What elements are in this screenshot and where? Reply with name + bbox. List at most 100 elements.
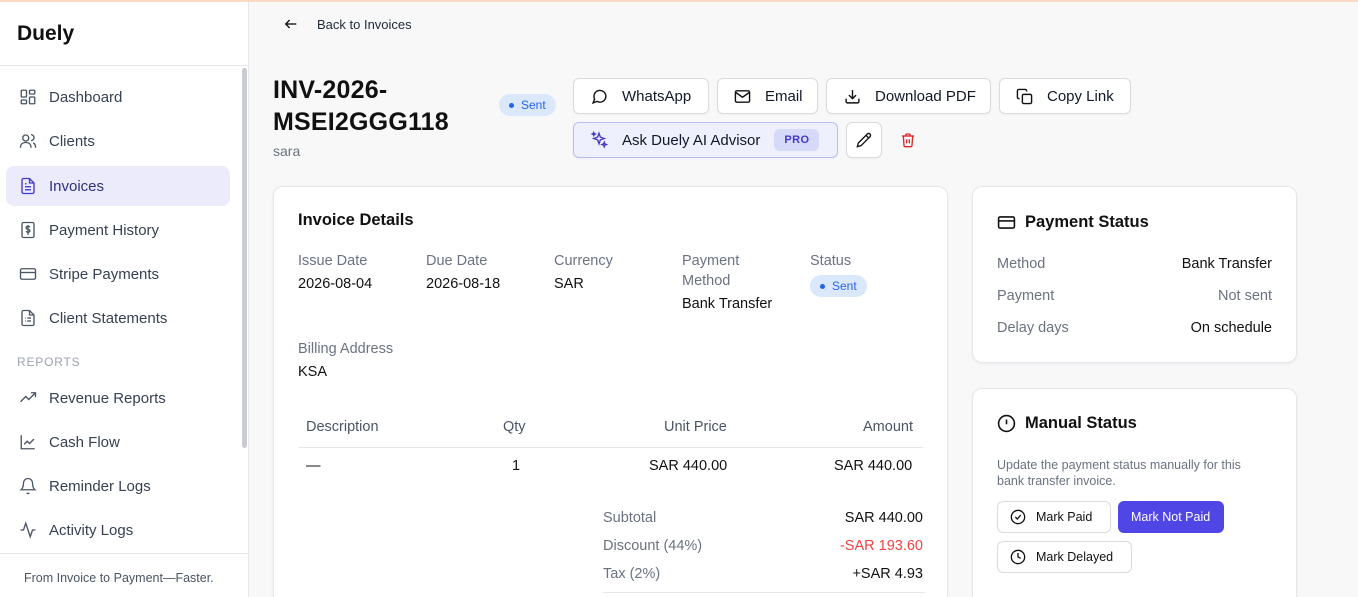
sidebar-item-dashboard[interactable]: Dashboard	[6, 77, 230, 117]
method-value: Bank Transfer	[1181, 256, 1272, 272]
email-label: Email	[765, 87, 803, 105]
delete-button[interactable]	[890, 122, 926, 158]
download-icon	[845, 89, 860, 104]
download-pdf-button[interactable]: Download PDF	[826, 78, 991, 114]
sidebar-item-cash-flow[interactable]: Cash Flow	[6, 422, 230, 462]
sidebar-item-stripe-payments[interactable]: Stripe Payments	[6, 254, 230, 294]
sidebar-tagline: From Invoice to Payment—Faster.	[0, 553, 248, 597]
sidebar-item-label: Client Statements	[49, 309, 168, 327]
column-header-description: Description	[306, 419, 379, 435]
due-date-label: Due Date	[426, 253, 488, 269]
card-icon	[997, 216, 1016, 229]
manual-status-title: Manual Status	[1025, 414, 1137, 432]
mark-paid-label: Mark Paid	[1036, 510, 1093, 524]
method-label: Method	[997, 256, 1046, 272]
whatsapp-label: WhatsApp	[622, 87, 692, 105]
trending-up-icon	[18, 388, 38, 408]
discount-value: -SAR 193.60	[839, 538, 923, 554]
sidebar-scrollbar[interactable]	[242, 68, 247, 448]
sidebar-item-payment-history[interactable]: Payment History	[6, 210, 230, 250]
sidebar-item-clients[interactable]: Clients	[6, 121, 230, 161]
app-logo[interactable]: Duely	[0, 2, 248, 66]
check-circle-icon	[1010, 509, 1026, 525]
dollar-receipt-icon	[18, 220, 38, 240]
card-icon	[18, 264, 38, 284]
pro-badge: PRO	[774, 129, 820, 151]
currency-label: Currency	[554, 253, 613, 269]
ai-advisor-button[interactable]: Ask Duely AI Advisor PRO	[573, 122, 838, 158]
sidebar-item-label: Clients	[49, 132, 95, 150]
sidebar: Duely Dashboard Clients Invoices Payment…	[0, 2, 249, 597]
copy-link-button[interactable]: Copy Link	[999, 78, 1131, 114]
delay-days-label: Delay days	[997, 320, 1069, 336]
statement-icon	[18, 308, 38, 328]
manual-status-header: Manual Status	[997, 414, 1137, 433]
issue-date-value: 2026-08-04	[298, 276, 373, 292]
copy-link-label: Copy Link	[1047, 87, 1114, 105]
column-header-amount: Amount	[863, 419, 913, 435]
sparkles-icon	[590, 131, 608, 149]
sidebar-item-invoices[interactable]: Invoices	[6, 166, 230, 206]
page-title: INV-2026-MSEI2GGG118	[273, 76, 449, 136]
activity-icon	[18, 520, 38, 540]
message-circle-icon	[591, 89, 607, 104]
sidebar-section-reports: REPORTS	[17, 355, 81, 369]
sidebar-item-label: Reminder Logs	[49, 477, 151, 495]
payment-status-card: Payment Status Method Bank Transfer Paym…	[972, 186, 1297, 363]
sidebar-item-label: Cash Flow	[49, 433, 120, 451]
payment-label: Payment	[997, 288, 1055, 304]
whatsapp-button[interactable]: WhatsApp	[573, 78, 709, 114]
table-divider	[298, 447, 923, 448]
sidebar-item-label: Invoices	[49, 177, 105, 195]
delay-days-value: On schedule	[1190, 320, 1272, 336]
status-badge: Sent	[499, 94, 556, 116]
users-icon	[18, 131, 38, 151]
sidebar-item-revenue-reports[interactable]: Revenue Reports	[6, 378, 230, 418]
billing-address-label: Billing Address	[298, 341, 394, 357]
back-to-invoices-link[interactable]: Back to Invoices	[283, 16, 412, 32]
mark-not-paid-label: Mark Not Paid	[1131, 510, 1211, 524]
email-button[interactable]: Email	[717, 78, 818, 114]
totals-divider	[603, 592, 925, 593]
column-header-qty: Qty	[503, 419, 526, 435]
ai-advisor-label: Ask Duely AI Advisor	[622, 131, 761, 149]
subtotal-value: SAR 440.00	[844, 510, 923, 526]
currency-value: SAR	[554, 276, 584, 292]
payment-method-value: Bank Transfer	[682, 296, 773, 312]
file-text-icon	[18, 176, 38, 196]
issue-date-label: Issue Date	[298, 253, 368, 269]
payment-method-label: Payment Method	[682, 253, 740, 289]
sidebar-item-label: Revenue Reports	[49, 389, 166, 407]
table-cell-qty: 1	[512, 458, 521, 474]
discount-label: Discount (44%)	[603, 538, 703, 554]
trash-icon	[902, 133, 914, 148]
payment-status-header: Payment Status	[997, 213, 1149, 232]
copy-icon	[1016, 88, 1033, 104]
status-badge-label: Sent	[521, 98, 546, 112]
billing-address-value: KSA	[298, 364, 328, 380]
mark-not-paid-button[interactable]: Mark Not Paid	[1118, 501, 1224, 533]
sidebar-item-reminder-logs[interactable]: Reminder Logs	[6, 466, 230, 506]
sidebar-item-activity-logs[interactable]: Activity Logs	[6, 510, 230, 550]
manual-status-description: Update the payment status manually for t…	[997, 458, 1241, 488]
status-dot	[509, 102, 514, 108]
back-label: Back to Invoices	[317, 16, 412, 32]
grid-icon	[18, 87, 38, 107]
tax-label: Tax (2%)	[603, 566, 661, 582]
mark-paid-button[interactable]: Mark Paid	[997, 501, 1111, 533]
due-date-value: 2026-08-18	[426, 276, 501, 292]
sidebar-item-label: Stripe Payments	[49, 265, 160, 283]
download-pdf-label: Download PDF	[875, 87, 976, 105]
sidebar-item-client-statements[interactable]: Client Statements	[6, 298, 230, 338]
table-cell-amount: SAR 440.00	[834, 458, 913, 474]
bell-icon	[18, 476, 38, 496]
payment-status-title: Payment Status	[1025, 213, 1149, 231]
mail-icon	[734, 89, 751, 103]
subtotal-label: Subtotal	[603, 510, 657, 526]
sidebar-item-label: Activity Logs	[49, 521, 134, 539]
clock-icon	[1010, 549, 1026, 565]
edit-button[interactable]	[846, 122, 882, 158]
status-badge: Sent	[810, 275, 867, 297]
mark-delayed-button[interactable]: Mark Delayed	[997, 541, 1132, 573]
sidebar-item-label: Payment History	[49, 221, 160, 239]
